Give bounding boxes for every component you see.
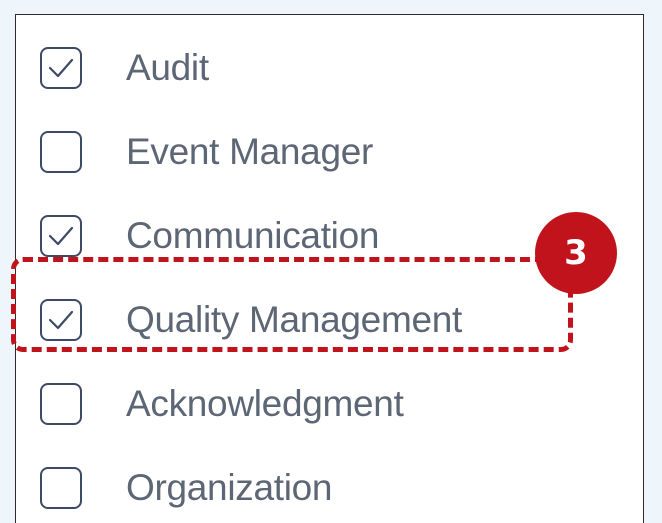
checkbox-label: Acknowledgment	[126, 383, 404, 424]
checkbox[interactable]	[40, 131, 82, 173]
checkbox-item-audit[interactable]: Audit	[40, 45, 560, 91]
checkbox-label: Quality Management	[126, 299, 463, 340]
checkbox-label: Communication	[126, 215, 380, 256]
checkbox-label: Audit	[126, 47, 209, 88]
checkbox[interactable]	[40, 299, 82, 341]
checkbox[interactable]	[40, 467, 82, 509]
checkmark-icon	[48, 226, 74, 246]
checkbox[interactable]	[40, 383, 82, 425]
checkmark-icon	[48, 58, 74, 78]
checkbox-label: Organization	[126, 467, 333, 508]
checkbox-item-quality-management[interactable]: Quality Management	[40, 297, 560, 343]
checkbox-item-organization[interactable]: Organization	[40, 465, 560, 511]
checkbox-item-event-manager[interactable]: Event Manager	[40, 129, 560, 175]
checkmark-icon	[48, 310, 74, 330]
checkbox[interactable]	[40, 47, 82, 89]
checkbox[interactable]	[40, 215, 82, 257]
checkbox-item-acknowledgment[interactable]: Acknowledgment	[40, 381, 560, 427]
step-number-badge: 3	[535, 212, 617, 294]
checkbox-label: Event Manager	[126, 131, 374, 172]
checkbox-item-communication[interactable]: Communication	[40, 213, 560, 259]
